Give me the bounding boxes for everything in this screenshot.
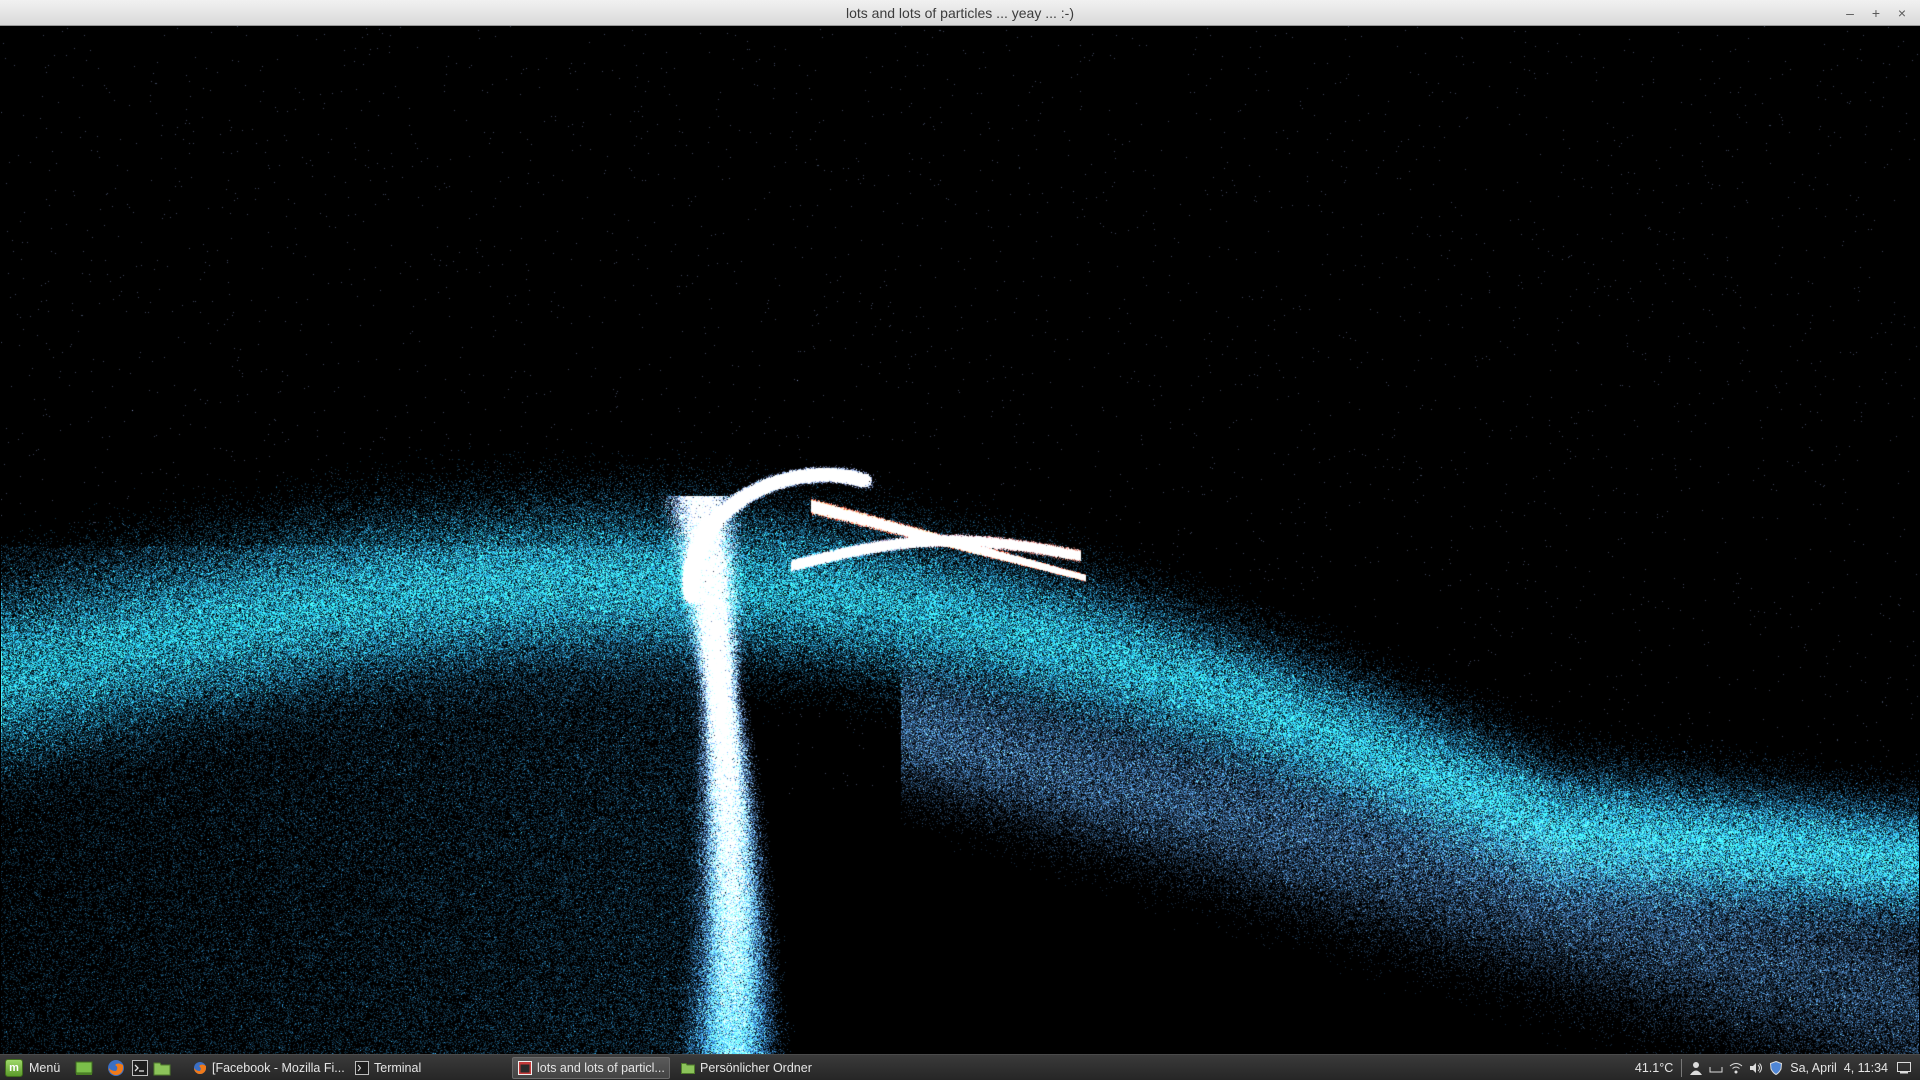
volume-icon[interactable] — [1748, 1060, 1764, 1076]
terminal-icon — [132, 1060, 148, 1076]
tray-separator — [1681, 1059, 1683, 1077]
task-home-folder[interactable]: Persönlicher Ordner — [676, 1057, 836, 1079]
task-label: lots and lots of particl... — [537, 1061, 665, 1075]
show-desktop-launcher[interactable] — [74, 1058, 94, 1078]
notification-icon[interactable] — [1896, 1060, 1912, 1076]
minimize-button[interactable]: – — [1840, 3, 1860, 23]
desktop: lots and lots of particles ... yeay ... … — [0, 0, 1920, 1080]
keyboard-icon[interactable] — [1708, 1060, 1724, 1076]
terminal-launcher[interactable] — [130, 1058, 150, 1078]
shield-icon[interactable] — [1768, 1060, 1784, 1076]
firefox-launcher[interactable] — [106, 1058, 126, 1078]
task-particles-window[interactable]: lots and lots of particl... — [512, 1057, 670, 1079]
cpu-temperature: 41.1°C — [1634, 1061, 1674, 1075]
render-viewport[interactable] — [1, 26, 1919, 1054]
window-titlebar[interactable]: lots and lots of particles ... yeay ... … — [0, 0, 1920, 26]
close-icon: × — [1897, 5, 1907, 21]
minimize-icon: – — [1846, 5, 1854, 21]
particle-canvas[interactable] — [1, 26, 1919, 1054]
folder-icon — [153, 1062, 171, 1076]
task-label: Terminal — [374, 1061, 422, 1075]
firefox-icon — [108, 1060, 124, 1076]
firefox-icon — [193, 1061, 207, 1075]
taskbar: m Menü [Facebook - Mozilla Fi... Termina… — [0, 1054, 1920, 1080]
close-button[interactable]: × — [1892, 3, 1912, 23]
user-icon[interactable] — [1688, 1060, 1704, 1076]
task-facebook-firefox[interactable]: [Facebook - Mozilla Fi... — [188, 1057, 346, 1079]
start-menu-button[interactable]: m Menü — [2, 1056, 68, 1080]
task-label: [Facebook - Mozilla Fi... — [212, 1061, 345, 1075]
app-window-icon — [518, 1061, 532, 1075]
start-menu-label: Menü — [29, 1061, 61, 1075]
show-desktop-icon — [75, 1061, 93, 1075]
maximize-icon: + — [1871, 5, 1881, 21]
wifi-icon[interactable] — [1728, 1060, 1744, 1076]
mint-logo-icon: m — [5, 1059, 23, 1077]
window-title: lots and lots of particles ... yeay ... … — [846, 5, 1074, 21]
folder-icon — [681, 1061, 695, 1075]
window-controls: – + × — [1840, 0, 1912, 26]
files-launcher[interactable] — [152, 1058, 172, 1078]
maximize-button[interactable]: + — [1866, 3, 1886, 23]
clock[interactable]: Sa, April 4, 11:34 — [1790, 1061, 1888, 1075]
terminal-icon — [355, 1061, 369, 1075]
system-tray: 41.1°C Sa, April 4, 11:34 — [1635, 1055, 1914, 1080]
task-terminal[interactable]: Terminal — [350, 1057, 506, 1079]
task-label: Persönlicher Ordner — [700, 1061, 812, 1075]
